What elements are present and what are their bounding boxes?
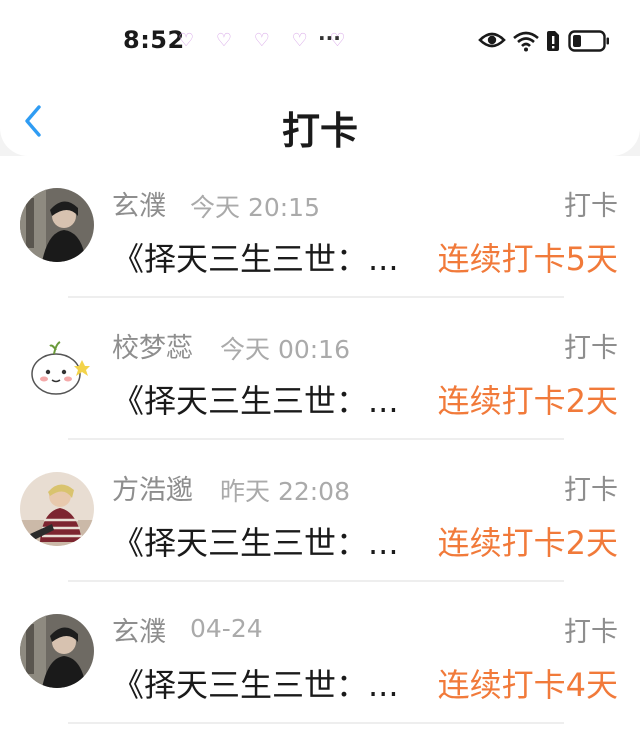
- streak-count: 连续打卡2天: [437, 524, 618, 562]
- user-name: 玄濮: [112, 617, 166, 648]
- avatar[interactable]: [20, 472, 94, 546]
- checkin-time: 今天 20:15: [190, 193, 320, 222]
- checkin-list: 玄濮 今天 20:15 打卡 《择天三生三世：... 连续打卡5天 校梦蕊 今天…: [0, 156, 640, 733]
- activity-type: 打卡: [564, 333, 618, 364]
- book-title: 《择天三生三世：...: [112, 382, 399, 420]
- book-title: 《择天三生三世：...: [112, 524, 399, 562]
- activity-type: 打卡: [564, 191, 618, 222]
- avatar[interactable]: [20, 188, 94, 262]
- list-item[interactable]: 方浩邈 昨天 22:08 打卡 《择天三生三世：... 连续打卡2天: [0, 440, 640, 582]
- list-item[interactable]: 玄濮 今天 20:15 打卡 《择天三生三世：... 连续打卡5天: [0, 156, 640, 298]
- checkin-time: 今天 00:16: [220, 335, 350, 364]
- book-title: 《择天三生三世：...: [112, 666, 399, 704]
- avatar[interactable]: [20, 330, 94, 404]
- divider: [68, 722, 564, 724]
- list-item[interactable]: 校梦蕊 今天 00:16 打卡 《择天三生三世：... 连续打卡2天: [0, 298, 640, 440]
- list-item[interactable]: 玄濮 04-24 打卡 《择天三生三世：... 连续打卡4天: [0, 582, 640, 724]
- eye-icon: [478, 32, 506, 48]
- book-title: 《择天三生三世：...: [112, 240, 399, 278]
- user-name: 方浩邈: [112, 475, 193, 506]
- wifi-icon: [513, 31, 539, 52]
- avatar[interactable]: [20, 614, 94, 688]
- checkin-time: 04-24: [190, 614, 263, 643]
- activity-type: 打卡: [564, 475, 618, 506]
- checkin-time: 昨天 22:08: [220, 477, 350, 506]
- user-name: 玄濮: [112, 191, 166, 222]
- battery-icon: [568, 30, 609, 52]
- user-name: 校梦蕊: [112, 333, 193, 364]
- streak-count: 连续打卡5天: [437, 240, 618, 278]
- sim-alert-icon: [547, 31, 559, 51]
- status-time: 8:52: [123, 26, 185, 54]
- streak-count: 连续打卡2天: [437, 382, 618, 420]
- streak-count: 连续打卡4天: [437, 666, 618, 704]
- page-title: 打卡: [281, 109, 358, 153]
- more-notifications-icon: ···: [318, 26, 341, 50]
- status-bar: 8:52 ♡ ♡ ♡ ♡ ♡ ···: [0, 22, 640, 62]
- activity-type: 打卡: [564, 617, 618, 648]
- top-bar: 8:52 ♡ ♡ ♡ ♡ ♡ ··· 打卡: [0, 0, 640, 156]
